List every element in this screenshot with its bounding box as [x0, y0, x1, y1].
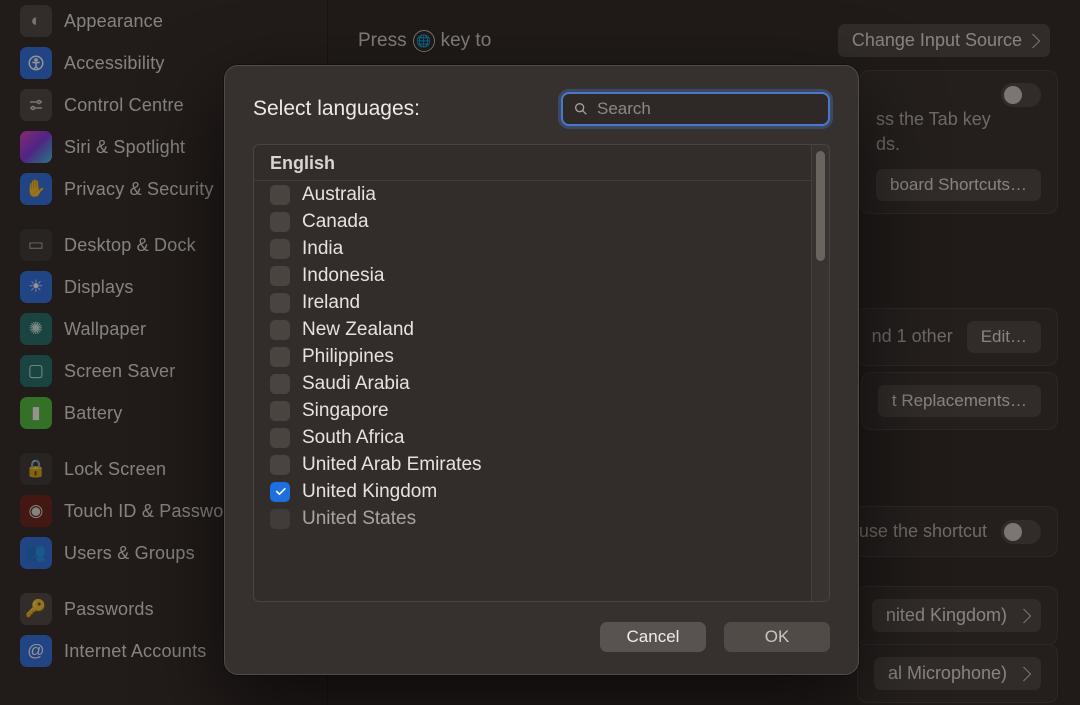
language-list-box: English Australia Canada India Indonesia Irel…	[253, 144, 830, 602]
language-checkbox[interactable]	[270, 212, 290, 232]
language-checkbox[interactable]	[270, 455, 290, 475]
language-option[interactable]: Indonesia	[254, 262, 811, 289]
language-option[interactable]: United Kingdom	[254, 478, 811, 505]
language-checkbox[interactable]	[270, 374, 290, 394]
search-icon	[573, 101, 589, 117]
language-checkbox[interactable]	[270, 509, 290, 529]
language-option[interactable]: Singapore	[254, 397, 811, 424]
language-section-header: English	[254, 145, 811, 181]
language-checkbox[interactable]	[270, 347, 290, 367]
language-option[interactable]: New Zealand	[254, 316, 811, 343]
scrollbar-thumb[interactable]	[816, 151, 825, 261]
language-checkbox[interactable]	[270, 239, 290, 259]
language-checkbox[interactable]	[270, 320, 290, 340]
language-option[interactable]: India	[254, 235, 811, 262]
modal-title: Select languages:	[253, 97, 420, 121]
language-checkbox[interactable]	[270, 482, 290, 502]
scrollbar-track[interactable]	[811, 145, 829, 601]
select-languages-modal: Select languages: English Australia Canada…	[224, 65, 859, 675]
language-label: New Zealand	[302, 319, 414, 341]
button-label: OK	[765, 627, 790, 647]
language-label: Indonesia	[302, 265, 384, 287]
button-label: Cancel	[627, 627, 680, 647]
language-option[interactable]: United Arab Emirates	[254, 451, 811, 478]
language-option[interactable]: Saudi Arabia	[254, 370, 811, 397]
language-option[interactable]: Canada	[254, 208, 811, 235]
language-checkbox[interactable]	[270, 293, 290, 313]
search-input[interactable]	[597, 99, 818, 119]
cancel-button[interactable]: Cancel	[600, 622, 706, 652]
language-label: Canada	[302, 211, 369, 233]
language-option[interactable]: Australia	[254, 181, 811, 208]
language-search-field[interactable]	[561, 92, 830, 126]
ok-button[interactable]: OK	[724, 622, 830, 652]
language-option[interactable]: South Africa	[254, 424, 811, 451]
language-option[interactable]: United States	[254, 505, 811, 532]
language-label: Ireland	[302, 292, 360, 314]
language-label: Philippines	[302, 346, 394, 368]
language-label: Singapore	[302, 400, 389, 422]
language-label: South Africa	[302, 427, 404, 449]
language-scroll-area[interactable]: English Australia Canada India Indonesia Irel…	[254, 145, 811, 601]
language-label: United Arab Emirates	[302, 454, 482, 476]
language-label: United States	[302, 508, 416, 530]
language-label: United Kingdom	[302, 481, 437, 503]
language-checkbox[interactable]	[270, 428, 290, 448]
language-checkbox[interactable]	[270, 401, 290, 421]
language-label: India	[302, 238, 343, 260]
language-option[interactable]: Philippines	[254, 343, 811, 370]
language-label: Australia	[302, 184, 376, 206]
language-checkbox[interactable]	[270, 185, 290, 205]
language-checkbox[interactable]	[270, 266, 290, 286]
language-label: Saudi Arabia	[302, 373, 410, 395]
language-option[interactable]: Ireland	[254, 289, 811, 316]
